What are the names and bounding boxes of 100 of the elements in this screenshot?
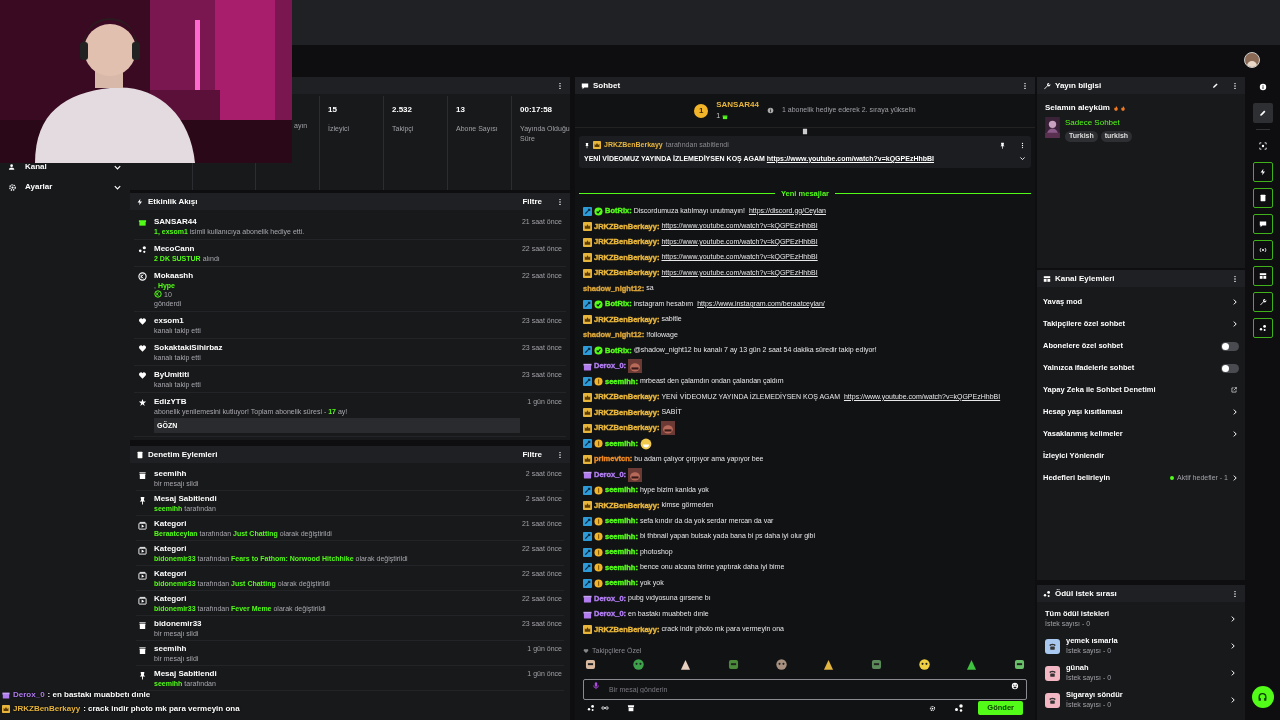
document-icon (136, 450, 144, 459)
avatar[interactable] (1244, 52, 1260, 68)
moderator-badge (583, 377, 592, 386)
gift-icon (722, 113, 729, 120)
verified-icon (594, 346, 603, 355)
crown-badge (583, 253, 592, 262)
filter-button[interactable]: Filtre (522, 448, 542, 461)
store-icon[interactable] (627, 704, 635, 712)
microphone-icon[interactable] (592, 681, 600, 690)
layout-icon (1043, 274, 1051, 283)
moderation-title: Mesaj Sabitlendi (154, 669, 218, 679)
crown-badge (583, 315, 592, 324)
external-link-icon[interactable] (1231, 387, 1237, 393)
gift-badge (583, 470, 592, 479)
emoji-icon[interactable] (1011, 682, 1019, 690)
heart-icon (138, 370, 147, 380)
pin-icon (584, 141, 590, 149)
chevron-right-icon[interactable] (1231, 408, 1239, 416)
wrench-button[interactable] (1252, 292, 1273, 312)
more-icon[interactable] (556, 81, 564, 90)
trash-icon (138, 646, 147, 655)
pencil-icon (1258, 109, 1267, 117)
doc-button[interactable] (1252, 188, 1273, 208)
headset-icon (1257, 691, 1268, 703)
chevron-right-icon[interactable] (1229, 696, 1237, 704)
dots-icon (1043, 589, 1051, 598)
trash-icon (138, 621, 147, 630)
broadcast-icon (1258, 246, 1267, 254)
dots-icon[interactable] (954, 703, 965, 713)
subscriber-badge (594, 578, 603, 588)
chevron-right-icon[interactable] (1229, 669, 1237, 677)
more-icon[interactable] (1019, 141, 1026, 149)
lightning-icon (1258, 168, 1267, 176)
more-icon[interactable] (1231, 81, 1239, 90)
scan-icon[interactable] (1258, 142, 1267, 150)
panel-title: Ödül istek sırası (1055, 587, 1117, 600)
dots-icon (1258, 324, 1267, 332)
crown-badge (583, 423, 592, 433)
subscriber-badge (594, 532, 603, 541)
moderator-badge (583, 532, 592, 541)
chevron-right-icon[interactable] (1229, 642, 1237, 650)
unpin-icon[interactable] (999, 141, 1006, 149)
crown-badge (593, 141, 601, 150)
toggle-switch[interactable] (1221, 341, 1239, 351)
moderator-badge (583, 299, 592, 309)
infinity-icon[interactable] (601, 704, 609, 712)
nodes-button[interactable] (1252, 318, 1273, 338)
chevron-right-icon[interactable] (1229, 615, 1237, 623)
more-icon[interactable] (556, 197, 564, 206)
settings-icon (8, 182, 17, 192)
username: SokaktakiSihirbaz (154, 342, 224, 353)
stat-value: 2.532 (392, 104, 414, 116)
rank-medal: 1 (694, 103, 709, 118)
chat-button[interactable] (1252, 214, 1273, 234)
overlay-message: : crack indir photo mk para vermeyin ona (83, 703, 240, 715)
dots-icon (138, 244, 147, 254)
stream-title: Selamın aleyküm (1045, 102, 1110, 114)
chevron-right-icon[interactable] (1231, 320, 1239, 328)
chevron-right-icon[interactable] (1231, 430, 1239, 438)
username: MecoCann (154, 243, 196, 254)
category-icon (138, 521, 147, 530)
category-icon (138, 571, 147, 580)
more-icon[interactable] (1021, 81, 1029, 90)
moderation-title: seemihh (154, 644, 188, 654)
chevron-right-icon[interactable] (1231, 474, 1239, 482)
document-icon (1258, 194, 1267, 202)
username: EdizYTB (154, 396, 188, 407)
crown-badge (583, 625, 592, 634)
edit-icon[interactable] (1212, 82, 1219, 89)
overlay-username: Derox_0 (13, 689, 45, 701)
star-icon (138, 397, 147, 407)
chevron-right-icon[interactable] (1231, 298, 1239, 306)
more-icon[interactable] (1231, 274, 1239, 283)
sidebar-item[interactable]: Ayarlar (8, 180, 122, 194)
heart-icon (583, 647, 589, 654)
chevron-down-icon[interactable] (1019, 155, 1026, 163)
more-icon[interactable] (1231, 589, 1239, 598)
layout-button[interactable] (1252, 266, 1273, 286)
settings-icon[interactable] (929, 704, 937, 712)
overlay-message: : en bastakı muabbetı dınle (47, 689, 151, 701)
info-icon[interactable] (1258, 83, 1267, 91)
sidebar-item[interactable]: Kanal (8, 160, 122, 174)
help-button[interactable] (1251, 686, 1274, 708)
verified-icon (594, 299, 603, 309)
broadcast-button[interactable] (1252, 240, 1273, 260)
moderator-badge (583, 563, 592, 572)
smiley-emote (639, 437, 652, 450)
stat-value: 00:17:58 (520, 104, 554, 116)
category-link[interactable]: Sadece Sohbet (1065, 117, 1133, 129)
filter-button[interactable]: Filtre (522, 195, 542, 208)
toggle-switch[interactable] (1221, 363, 1239, 373)
panel-title: Yayın bilgisi (1055, 79, 1102, 92)
bolt-button[interactable] (1252, 162, 1273, 182)
pencil-button[interactable] (1252, 103, 1273, 123)
moderator-badge (583, 439, 592, 448)
moderator-badge (583, 485, 592, 495)
moderator-badge (583, 206, 592, 216)
more-icon[interactable] (556, 450, 564, 459)
moderator-badge (583, 578, 592, 588)
panel-title: Denetim Eylemleri (148, 448, 218, 461)
